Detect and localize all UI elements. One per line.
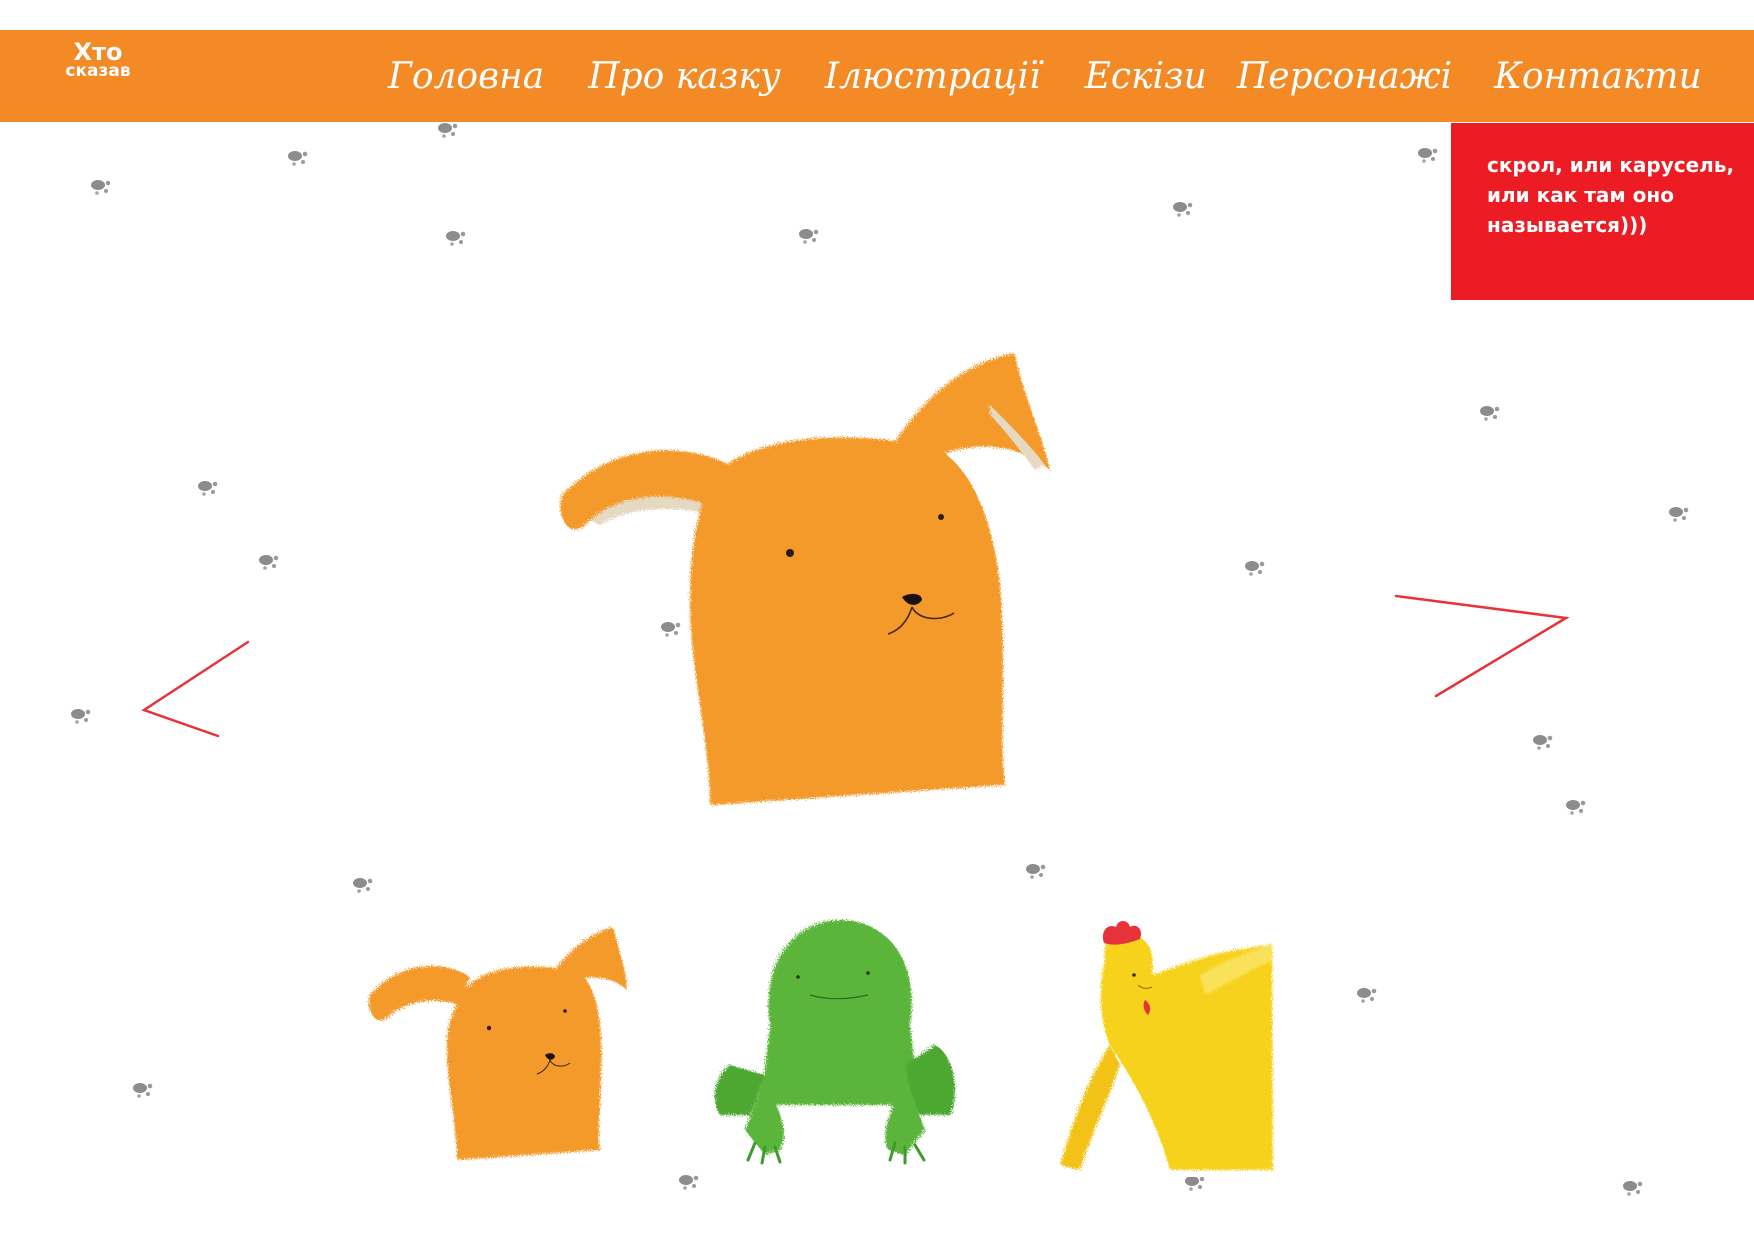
- annotation-note: скрол, или карусель, или как там оно наз…: [1451, 123, 1754, 300]
- thumbnail-green-frog[interactable]: [710, 915, 960, 1165]
- note-line-1: скрол, или карусель,: [1487, 153, 1735, 177]
- note-line-3: называется))): [1487, 213, 1648, 237]
- nav-item-characters[interactable]: Персонажі: [1237, 56, 1452, 97]
- chevron-left-icon[interactable]: [138, 636, 254, 744]
- logo-line-2: сказав: [65, 61, 131, 81]
- nav-item-contacts[interactable]: Контакти: [1494, 56, 1702, 97]
- main-illustration-orange-dog: [560, 353, 1050, 805]
- nav-menu: Головна Про казку Ілюстрації Ескізи Перс…: [388, 30, 1702, 122]
- note-line-2: или как там оно: [1487, 183, 1674, 207]
- thumbnail-orange-dog[interactable]: [365, 925, 630, 1165]
- site-logo[interactable]: Хто сказав: [50, 40, 146, 80]
- nav-item-home[interactable]: Головна: [388, 56, 544, 97]
- nav-item-sketches[interactable]: Ескізи: [1085, 56, 1207, 97]
- chevron-right-icon[interactable]: [1390, 590, 1570, 702]
- thumbnail-yellow-chicken[interactable]: [1060, 915, 1275, 1177]
- nav-item-illustrations[interactable]: Ілюстрації: [825, 56, 1041, 97]
- nav-item-about-tale[interactable]: Про казку: [588, 56, 781, 97]
